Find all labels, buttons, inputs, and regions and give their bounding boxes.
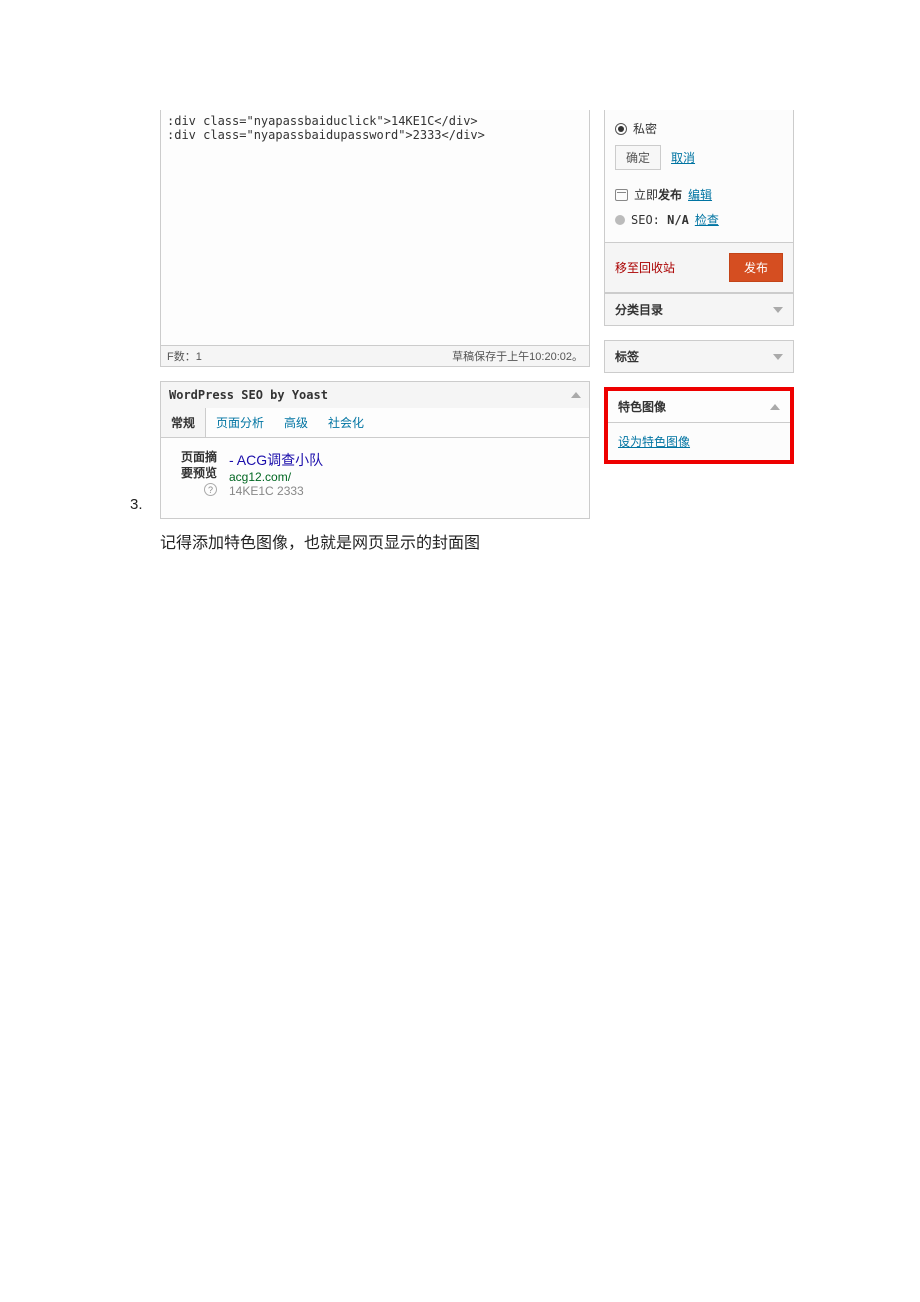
seo-panel-header[interactable]: WordPress SEO by Yoast — [161, 382, 589, 408]
categories-title: 分类目录 — [615, 301, 663, 318]
move-to-trash-link[interactable]: 移至回收站 — [615, 259, 675, 276]
seo-tab-general[interactable]: 常规 — [161, 408, 206, 437]
radio-icon[interactable] — [615, 123, 627, 135]
tags-title: 标签 — [615, 348, 639, 365]
categories-panel[interactable]: 分类目录 — [604, 293, 794, 326]
seo-body: 页面摘要预览 ? - ACG调查小队 acg12.com/ 14KE1C 233… — [161, 438, 589, 518]
seo-check-link[interactable]: 检查 — [695, 211, 719, 228]
calendar-icon — [615, 189, 628, 201]
seo-panel: WordPress SEO by Yoast 常规 页面分析 高级 社会化 页面… — [160, 381, 590, 519]
word-count: F数：1 — [167, 348, 202, 364]
collapse-icon — [770, 404, 780, 410]
list-number: 3. — [130, 496, 143, 513]
snippet-url: acg12.com/ — [229, 470, 579, 484]
cancel-link[interactable]: 取消 — [671, 149, 695, 166]
publish-panel: 私密 确定 取消 立即发布 编辑 — [604, 110, 794, 293]
publish-button[interactable]: 发布 — [729, 253, 783, 282]
seo-tabs: 常规 页面分析 高级 社会化 — [161, 408, 589, 438]
publish-footer: 移至回收站 发布 — [605, 242, 793, 292]
snippet-preview: - ACG调查小队 acg12.com/ 14KE1C 2333 — [229, 450, 579, 498]
help-icon[interactable]: ? — [204, 483, 217, 496]
set-featured-image-link[interactable]: 设为特色图像 — [618, 435, 690, 449]
snippet-description: 14KE1C 2333 — [229, 484, 579, 498]
publish-now-prefix: 立即 — [634, 188, 658, 202]
seo-value: N/A — [667, 213, 689, 227]
html-editor[interactable]: :div class="nyapassbaiduclick">14KE1C</d… — [160, 110, 590, 346]
seo-tab-analysis[interactable]: 页面分析 — [206, 408, 274, 437]
tags-panel[interactable]: 标签 — [604, 340, 794, 373]
featured-image-title: 特色图像 — [618, 398, 666, 415]
seo-tab-advanced[interactable]: 高级 — [274, 408, 318, 437]
private-label: 私密 — [633, 120, 657, 137]
ok-button[interactable]: 确定 — [615, 145, 661, 170]
seo-prefix: SEO: — [631, 213, 667, 227]
seo-panel-title: WordPress SEO by Yoast — [169, 388, 328, 402]
featured-image-panel: 特色图像 设为特色图像 — [604, 387, 794, 464]
seo-status-icon — [615, 215, 625, 225]
visibility-private-row[interactable]: 私密 — [615, 116, 783, 141]
seo-tab-social[interactable]: 社会化 — [318, 408, 374, 437]
code-line-2: :div class="nyapassbaidupassword">2333</… — [167, 128, 583, 142]
expand-icon — [773, 307, 783, 313]
collapse-icon — [571, 392, 581, 398]
publish-now-label: 发布 — [658, 188, 682, 202]
preview-label: 页面摘要预览 — [171, 450, 217, 481]
edit-schedule-link[interactable]: 编辑 — [688, 186, 712, 203]
screenshot-region: :div class="nyapassbaiduclick">14KE1C</d… — [0, 110, 920, 519]
expand-icon — [773, 354, 783, 360]
editor-statusbar: F数：1 草稿保存于上午10:20:02。 — [160, 346, 590, 367]
code-line-1: :div class="nyapassbaiduclick">14KE1C</d… — [167, 114, 583, 128]
snippet-title: - ACG调查小队 — [229, 450, 579, 470]
autosave-time: 草稿保存于上午10:20:02。 — [452, 348, 583, 364]
caption-text: 记得添加特色图像，也就是网页显示的封面图 — [0, 519, 920, 553]
